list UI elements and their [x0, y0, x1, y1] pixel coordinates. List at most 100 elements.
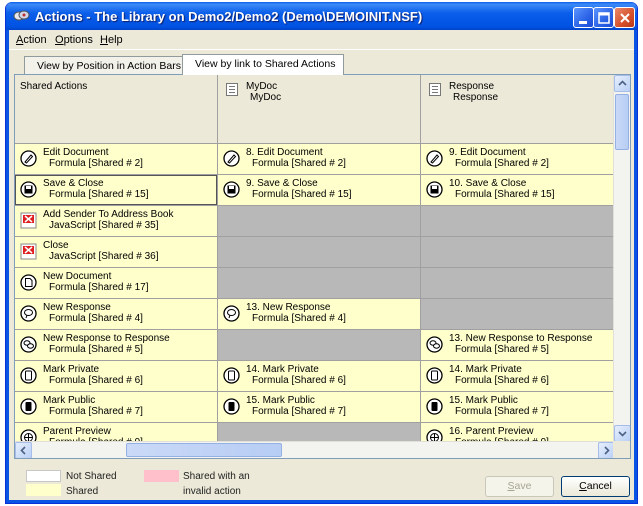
action-name: 8. Edit Document: [246, 147, 323, 158]
action-cell[interactable]: 9. Edit Document Formula [Shared # 2]: [421, 144, 615, 175]
action-name: Mark Private: [43, 364, 100, 375]
empty-cell[interactable]: [421, 237, 615, 268]
scroll-up-button[interactable]: [614, 75, 630, 92]
scroll-left-button[interactable]: [15, 442, 32, 458]
action-name: Parent Preview: [43, 426, 111, 437]
action-type: Formula [Shared # 15]: [455, 189, 555, 200]
close-button[interactable]: [614, 7, 635, 28]
tab-position-in-action-bars[interactable]: View by Position in Action Bars: [24, 56, 190, 74]
empty-cell[interactable]: [218, 206, 421, 237]
action-name: Close: [43, 240, 69, 251]
scroll-down-button[interactable]: [614, 425, 630, 442]
action-type: Formula [Shared # 6]: [252, 375, 346, 386]
action-cell[interactable]: Parent PreviewFormula [Shared # 9]: [15, 423, 218, 442]
vertical-scroll-thumb[interactable]: [615, 94, 629, 150]
legend-swatch-invalid: [144, 470, 179, 482]
horizontal-scrollbar[interactable]: [15, 441, 615, 458]
empty-cell[interactable]: [218, 268, 421, 299]
empty-cell[interactable]: [421, 299, 615, 330]
action-name: Edit Document: [43, 147, 109, 158]
column-header: Response Response: [421, 75, 615, 144]
save-icon: [223, 181, 240, 198]
save-button-accel: S: [507, 480, 515, 492]
empty-cell[interactable]: [421, 206, 615, 237]
action-cell[interactable]: Edit Document Formula [Shared # 2]: [15, 144, 218, 175]
action-cell[interactable]: 10. Save & Close Formula [Shared # 15]: [421, 175, 615, 206]
empty-cell[interactable]: [421, 268, 615, 299]
action-type: Formula [Shared # 6]: [49, 375, 143, 386]
action-type: Formula [Shared # 6]: [455, 375, 549, 386]
action-cell[interactable]: 9. Save & Close Formula [Shared # 15]: [218, 175, 421, 206]
menu-help[interactable]: Help: [100, 34, 123, 46]
action-cell[interactable]: New Document Formula [Shared # 17]: [15, 268, 218, 299]
tab-strip: View by Position in Action Bars View by …: [9, 52, 634, 75]
action-type: Formula [Shared # 2]: [455, 158, 549, 169]
vertical-scrollbar[interactable]: [613, 75, 630, 442]
action-cell[interactable]: 14. Mark Private Formula [Shared # 6]: [218, 361, 421, 392]
action-cell[interactable]: 15. Mark Public Formula [Shared # 7]: [218, 392, 421, 423]
tab-label: View by link to Shared Actions: [195, 58, 336, 70]
arrow-up-icon: [618, 80, 627, 86]
action-type: Formula [Shared # 7]: [455, 406, 549, 417]
action-cell[interactable]: Mark Private Formula [Shared # 6]: [15, 361, 218, 392]
title-bar[interactable]: Actions - The Library on Demo2/Demo2 (De…: [6, 2, 637, 30]
menu-bar: Action Options Help: [9, 30, 634, 50]
menu-action-label: ction: [23, 34, 47, 46]
action-cell[interactable]: New Response to Response Formula [Shared …: [15, 330, 218, 361]
save-button[interactable]: Save: [485, 476, 554, 497]
mark-private-icon: [426, 367, 443, 384]
horizontal-scroll-thumb[interactable]: [126, 443, 282, 457]
maximize-button[interactable]: [593, 7, 614, 28]
action-cell[interactable]: 13. New Response Formula [Shared # 4]: [218, 299, 421, 330]
new-document-icon: [20, 274, 37, 291]
action-type: Formula [Shared # 5]: [49, 344, 143, 355]
action-cell[interactable]: 16. Parent PreviewFormula [Shared # 9]: [421, 423, 615, 442]
action-type: JavaScript [Shared # 35]: [49, 220, 159, 231]
action-cell[interactable]: Mark Public Formula [Shared # 7]: [15, 392, 218, 423]
action-cell[interactable]: 13. New Response to Response Formula [Sha…: [421, 330, 615, 361]
minimize-button[interactable]: [573, 7, 594, 28]
form-icon: [429, 83, 441, 96]
cancel-button[interactable]: Cancel: [561, 476, 630, 497]
action-name: 15. Mark Public: [246, 395, 315, 406]
action-cell[interactable]: New Response Formula [Shared # 4]: [15, 299, 218, 330]
column-title: MyDoc: [246, 81, 278, 92]
action-type: Formula [Shared # 4]: [252, 313, 346, 324]
action-name: 13. New Response: [246, 302, 331, 313]
invalid-icon: [20, 212, 37, 229]
empty-cell[interactable]: [218, 423, 421, 442]
action-cell[interactable]: 15. Mark Public Formula [Shared # 7]: [421, 392, 615, 423]
action-type: Formula [Shared # 7]: [252, 406, 346, 417]
menu-options-label: ptions: [63, 34, 93, 46]
menu-options-accel: O: [55, 34, 64, 46]
column-title: Shared Actions: [20, 81, 88, 92]
action-type: JavaScript [Shared # 36]: [49, 251, 159, 262]
action-cell[interactable]: Close JavaScript [Shared # 36]: [15, 237, 218, 268]
action-cell[interactable]: Save & Close Formula [Shared # 15]: [15, 175, 218, 206]
legend-swatch-not-shared: [26, 470, 61, 482]
tab-link-to-shared-actions[interactable]: View by link to Shared Actions: [182, 54, 345, 75]
response-to-response-icon: [426, 336, 443, 353]
legend-not-shared: Not Shared: [66, 471, 117, 482]
menu-options[interactable]: Options: [55, 34, 93, 46]
column-subtitle: MyDoc: [250, 92, 282, 103]
action-cell[interactable]: Add Sender To Address Book JavaScript [Sh…: [15, 206, 218, 237]
action-type: Formula [Shared # 2]: [49, 158, 143, 169]
column-header: MyDoc MyDoc: [218, 75, 421, 144]
menu-action[interactable]: Action: [16, 34, 47, 46]
action-type: Formula [Shared # 2]: [252, 158, 346, 169]
action-name: New Document: [43, 271, 112, 282]
new-response-icon: [223, 305, 240, 322]
response-to-response-icon: [20, 336, 37, 353]
edit-icon: [20, 150, 37, 167]
empty-cell[interactable]: [218, 330, 421, 361]
mark-private-icon: [223, 367, 240, 384]
action-type: Formula [Shared # 17]: [49, 282, 149, 293]
action-cell[interactable]: 14. Mark Private Formula [Shared # 6]: [421, 361, 615, 392]
action-cell[interactable]: 8. Edit Document Formula [Shared # 2]: [218, 144, 421, 175]
cancel-button-label: ancel: [586, 480, 612, 492]
legend-shared: Shared: [66, 486, 99, 497]
mark-private-icon: [20, 367, 37, 384]
empty-cell[interactable]: [218, 237, 421, 268]
action-type: Formula [Shared # 15]: [49, 189, 149, 200]
